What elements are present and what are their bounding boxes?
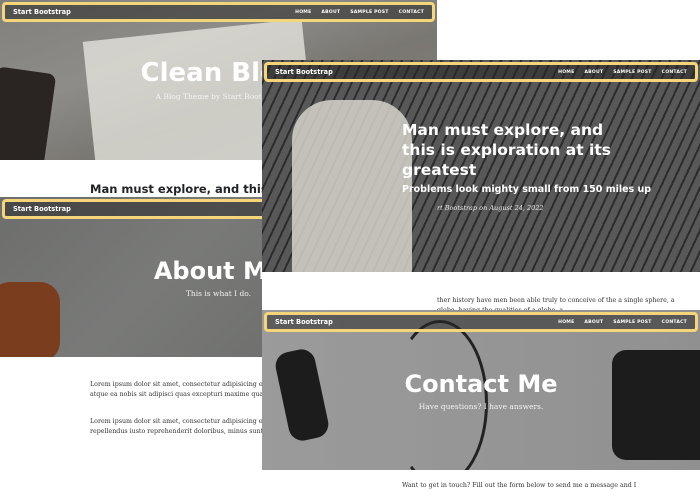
navbar: Start Bootstrap HOME ABOUT SAMPLE POST C… [264,62,698,82]
brand-link[interactable]: Start Bootstrap [13,205,71,213]
nav-sample-post[interactable]: SAMPLE POST [613,320,651,325]
nav-home[interactable]: HOME [558,320,574,325]
brand-link[interactable]: Start Bootstrap [13,8,71,16]
nav-contact[interactable]: CONTACT [662,320,687,325]
nav-contact[interactable]: CONTACT [662,70,687,75]
nav-sample-post[interactable]: SAMPLE POST [350,10,388,15]
brand-link[interactable]: Start Bootstrap [275,68,333,76]
contact-subtitle: Have questions? I have answers. [418,402,544,411]
contact-hero: Contact Me Have questions? I have answer… [262,310,700,470]
post-hero: Man must explore, and this is exploratio… [262,60,700,272]
post-page-screenshot: Man must explore, and this is exploratio… [262,60,700,325]
post-title: Man must explore, and this is exploratio… [402,121,612,179]
navbar: Start Bootstrap HOME ABOUT SAMPLE POST C… [264,312,698,332]
astronaut-image [292,100,412,272]
post-meta: rt Bootstrap on August 24, 2022 [437,204,544,212]
nav-home[interactable]: HOME [295,10,311,15]
nav-sample-post[interactable]: SAMPLE POST [613,70,651,75]
contact-title: Contact Me [404,370,558,398]
nav-home[interactable]: HOME [558,70,574,75]
navbar: Start Bootstrap HOME ABOUT SAMPLE POST C… [2,2,435,22]
post-preview-title[interactable]: Man must explore, and this is [90,182,283,196]
brand-link[interactable]: Start Bootstrap [275,318,333,326]
nav-about[interactable]: ABOUT [584,70,603,75]
post-subtitle: Problems look mighty small from 150 mile… [402,184,652,195]
nav-contact[interactable]: CONTACT [399,10,424,15]
nav-about[interactable]: ABOUT [584,320,603,325]
contact-page-screenshot: Contact Me Have questions? I have answer… [262,310,700,500]
contact-intro: Want to get in touch? Fill out the form … [402,482,637,489]
nav-about[interactable]: ABOUT [321,10,340,15]
